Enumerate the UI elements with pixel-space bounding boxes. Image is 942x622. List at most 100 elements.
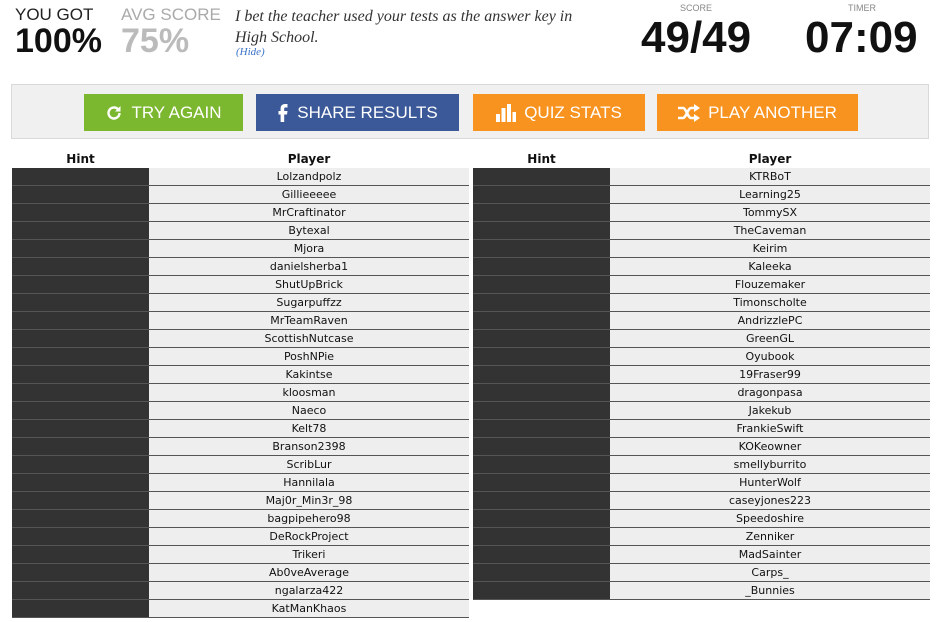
try-again-button[interactable]: TRY AGAIN (84, 94, 243, 131)
play-another-label: PLAY ANOTHER (708, 102, 837, 122)
table-row: Kaleeka (473, 258, 930, 276)
player-cell: Sugarpuffzz (149, 294, 469, 311)
player-cell: caseyjones223 (610, 492, 930, 509)
hint-cell (12, 186, 149, 203)
hint-cell (12, 222, 149, 239)
player-cell: kloosman (149, 384, 469, 401)
action-button-bar: TRY AGAIN SHARE RESULTS QUIZ STATS PLAY … (11, 84, 929, 139)
quiz-stats-button[interactable]: QUIZ STATS (473, 94, 645, 131)
hint-cell (473, 240, 610, 257)
hint-cell (473, 546, 610, 563)
player-cell: 19Fraser99 (610, 366, 930, 383)
table-row: FrankieSwift (473, 420, 930, 438)
table-row: Sugarpuffzz (12, 294, 469, 312)
you-got-value: 100% (15, 22, 102, 60)
hint-cell (473, 330, 610, 347)
player-cell: DeRockProject (149, 528, 469, 545)
table-row: ScottishNutcase (12, 330, 469, 348)
table-row: Jakekub (473, 402, 930, 420)
table-row: Naeco (12, 402, 469, 420)
hint-cell (12, 492, 149, 509)
table-row: Zenniker (473, 528, 930, 546)
player-cell: danielsherba1 (149, 258, 469, 275)
table-row: Hannilala (12, 474, 469, 492)
hint-cell (473, 438, 610, 455)
facebook-icon (277, 103, 289, 122)
player-cell: Hannilala (149, 474, 469, 491)
hint-cell (12, 276, 149, 293)
result-quote: I bet the teacher used your tests as the… (235, 8, 573, 46)
player-cell: GreenGL (610, 330, 930, 347)
player-cell: Timonscholte (610, 294, 930, 311)
hint-cell (473, 168, 610, 185)
hide-quote-link[interactable]: (Hide) (236, 46, 265, 58)
table-row: 19Fraser99 (473, 366, 930, 384)
table-row: bagpipehero98 (12, 510, 469, 528)
hint-cell (12, 582, 149, 599)
hint-cell (473, 294, 610, 311)
player-cell: Carps_ (610, 564, 930, 581)
player-cell: bagpipehero98 (149, 510, 469, 527)
player-cell: Flouzemaker (610, 276, 930, 293)
player-cell: Kelt78 (149, 420, 469, 437)
player-cell: dragonpasa (610, 384, 930, 401)
player-cell: KOKeowner (610, 438, 930, 455)
try-again-label: TRY AGAIN (131, 102, 222, 122)
player-cell: TommySX (610, 204, 930, 221)
player-cell: Bytexal (149, 222, 469, 239)
play-another-button[interactable]: PLAY ANOTHER (657, 94, 858, 131)
hint-cell (473, 186, 610, 203)
hint-cell (12, 420, 149, 437)
table-row: KatManKhaos (12, 600, 469, 618)
table-row: Lolzandpolz (12, 168, 469, 186)
table-row: Learning25 (473, 186, 930, 204)
player-cell: Trikeri (149, 546, 469, 563)
player-cell: _Bunnies (610, 582, 930, 599)
table-row: GreenGL (473, 330, 930, 348)
share-results-label: SHARE RESULTS (297, 102, 438, 122)
player-cell: MadSainter (610, 546, 930, 563)
player-cell: KatManKhaos (149, 600, 469, 617)
hint-cell (12, 456, 149, 473)
player-cell: Mjora (149, 240, 469, 257)
table-row: MadSainter (473, 546, 930, 564)
table-row: Mjora (12, 240, 469, 258)
hint-cell (473, 564, 610, 581)
table-row: TommySX (473, 204, 930, 222)
table-row: Branson2398 (12, 438, 469, 456)
hint-cell (473, 492, 610, 509)
table-row: ScribLur (12, 456, 469, 474)
hint-cell (473, 312, 610, 329)
player-cell: ngalarza422 (149, 582, 469, 599)
score-value: 49/49 (641, 13, 752, 62)
hint-cell (473, 384, 610, 401)
share-results-button[interactable]: SHARE RESULTS (256, 94, 459, 131)
player-column-header: Player (287, 152, 331, 166)
table-row: MrCraftinator (12, 204, 469, 222)
hint-cell (473, 474, 610, 491)
table-row: Kakintse (12, 366, 469, 384)
hint-cell (473, 402, 610, 419)
hint-cell (12, 348, 149, 365)
timer-value: 07:09 (805, 13, 918, 62)
quiz-stats-label: QUIZ STATS (524, 102, 622, 122)
hint-cell (12, 600, 149, 617)
hint-cell (12, 474, 149, 491)
table-row: ShutUpBrick (12, 276, 469, 294)
hint-cell (473, 420, 610, 437)
table-row: Carps_ (473, 564, 930, 582)
table-row: Flouzemaker (473, 276, 930, 294)
hint-cell (12, 402, 149, 419)
table-row: Trikeri (12, 546, 469, 564)
table-row: caseyjones223 (473, 492, 930, 510)
player-cell: AndrizzlePC (610, 312, 930, 329)
player-cell: Gillieeeee (149, 186, 469, 203)
table-row: MrTeamRaven (12, 312, 469, 330)
player-cell: Oyubook (610, 348, 930, 365)
hint-cell (12, 564, 149, 581)
player-cell: Ab0veAverage (149, 564, 469, 581)
table-row: KOKeowner (473, 438, 930, 456)
shuffle-icon (678, 103, 701, 122)
player-cell: smellyburrito (610, 456, 930, 473)
table-row: TheCaveman (473, 222, 930, 240)
